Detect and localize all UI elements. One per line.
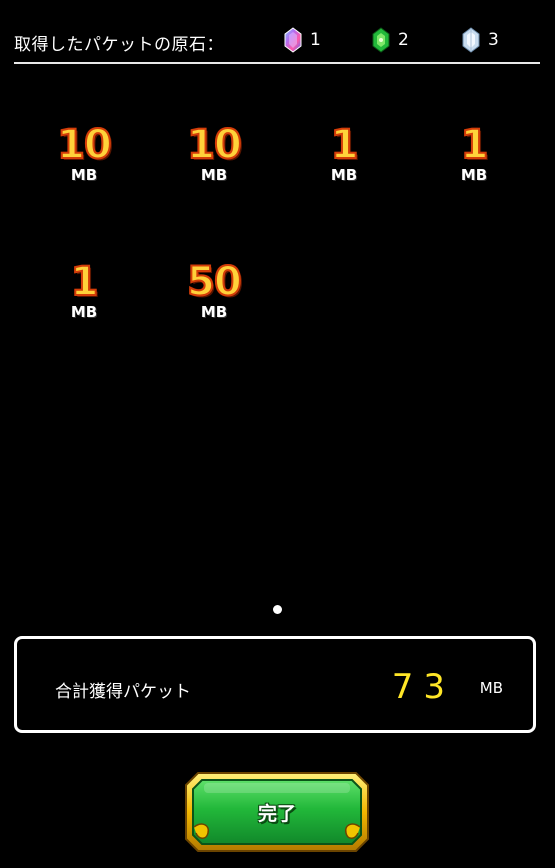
packet-value: 1 (70, 259, 100, 305)
packet-item: 50 MB (159, 259, 269, 342)
packet-value: 10 (56, 122, 113, 168)
packet-value: 10 (186, 122, 243, 168)
packet-unit: MB (70, 166, 98, 184)
packet-unit: MB (200, 303, 228, 321)
done-button[interactable]: 完了 (184, 771, 370, 853)
packet-grid: 10 MB 10 MB 1 MB 1 MB 1 MB 50 MB (0, 0, 555, 600)
packet-value: 1 (330, 122, 360, 168)
total-value: 73 (391, 667, 455, 707)
packet-item: 10 MB (159, 122, 269, 205)
packet-unit: MB (70, 303, 98, 321)
packet-value: 50 (186, 259, 243, 305)
packet-item: 1 MB (419, 122, 529, 205)
total-panel: 合計獲得パケット 73 MB (14, 636, 536, 733)
packet-item: 1 MB (289, 122, 399, 205)
packet-value: 1 (460, 122, 490, 168)
packet-item: 1 MB (29, 259, 139, 342)
packet-unit: MB (330, 166, 358, 184)
page-indicator-dot (273, 605, 282, 614)
packet-item: 10 MB (29, 122, 139, 205)
total-label: 合計獲得パケット (55, 682, 191, 702)
packet-unit: MB (460, 166, 488, 184)
total-unit: MB (479, 679, 503, 697)
packet-unit: MB (200, 166, 228, 184)
done-button-label: 完了 (257, 803, 296, 825)
